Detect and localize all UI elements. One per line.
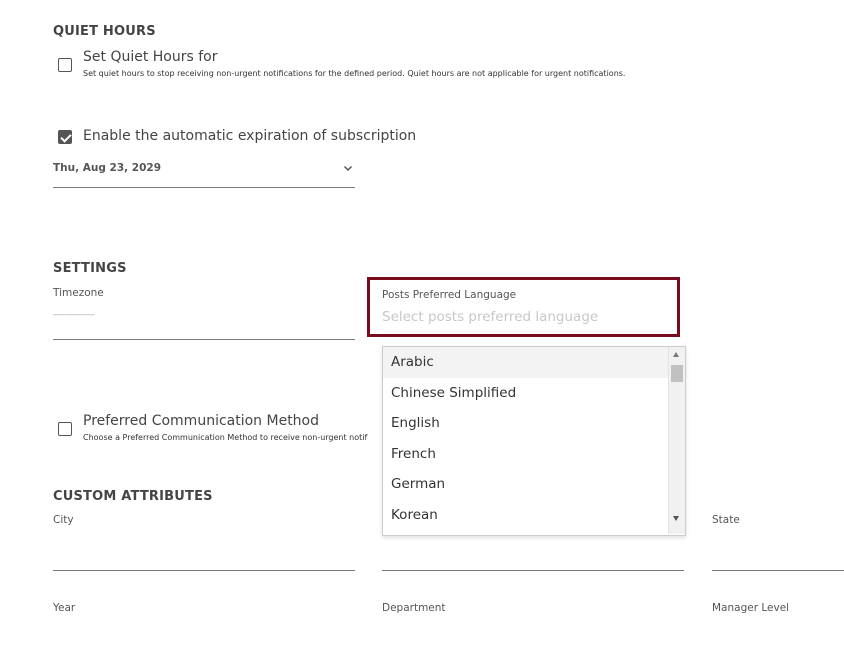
language-dropdown-list: Arabic Chinese Simplified English French… [382,346,686,536]
quiet-hours-checkbox[interactable] [58,58,72,72]
expiration-label: Enable the automatic expiration of subsc… [83,128,417,144]
department-label: Department [382,602,446,614]
communication-label: Preferred Communication Method [83,413,320,429]
city-input[interactable] [53,570,355,571]
language-option[interactable]: French [383,439,685,470]
timezone-underline [53,339,355,340]
communication-description: Choose a Preferred Communication Method … [83,433,368,442]
expiration-date-underline [53,187,355,188]
language-select-focused[interactable]: Posts Preferred Language Select posts pr… [367,277,680,337]
settings-title: SETTINGS [53,261,127,276]
language-option[interactable]: English [383,408,685,439]
custom-attributes-title: CUSTOM ATTRIBUTES [53,489,213,504]
language-placeholder: Select posts preferred language [382,309,599,325]
scrollbar-thumb[interactable] [671,365,683,382]
chevron-down-icon [343,165,353,172]
quiet-hours-title: QUIET HOURS [53,24,156,39]
scroll-up-arrow-icon[interactable] [673,352,679,357]
language-label: Posts Preferred Language [382,289,517,301]
quiet-hours-description: Set quiet hours to stop receiving non-ur… [83,69,626,78]
expiration-date-value: Thu, Aug 23, 2029 [53,162,162,174]
timezone-label: Timezone [53,287,104,299]
language-option[interactable]: Chinese Simplified [383,378,685,409]
language-option[interactable]: Korean [383,500,685,531]
quiet-hours-label: Set Quiet Hours for [83,49,218,65]
scroll-down-arrow-icon[interactable] [673,516,679,521]
state-label: State [712,514,740,526]
city-label: City [53,514,74,526]
state-input[interactable] [712,570,844,571]
language-option[interactable]: German [383,469,685,500]
timezone-value: --------------- [53,310,95,320]
communication-checkbox[interactable] [58,422,72,436]
manager-level-label: Manager Level [712,602,790,614]
expiration-checkbox[interactable] [58,130,72,144]
expiration-date-select[interactable]: Thu, Aug 23, 2029 [53,160,355,189]
language-option[interactable]: Arabic [383,347,685,378]
dropdown-scrollbar[interactable] [668,347,685,534]
middle-attribute-input[interactable] [382,570,684,571]
timezone-select[interactable]: --------------- [53,306,355,340]
year-label: Year [53,602,76,614]
